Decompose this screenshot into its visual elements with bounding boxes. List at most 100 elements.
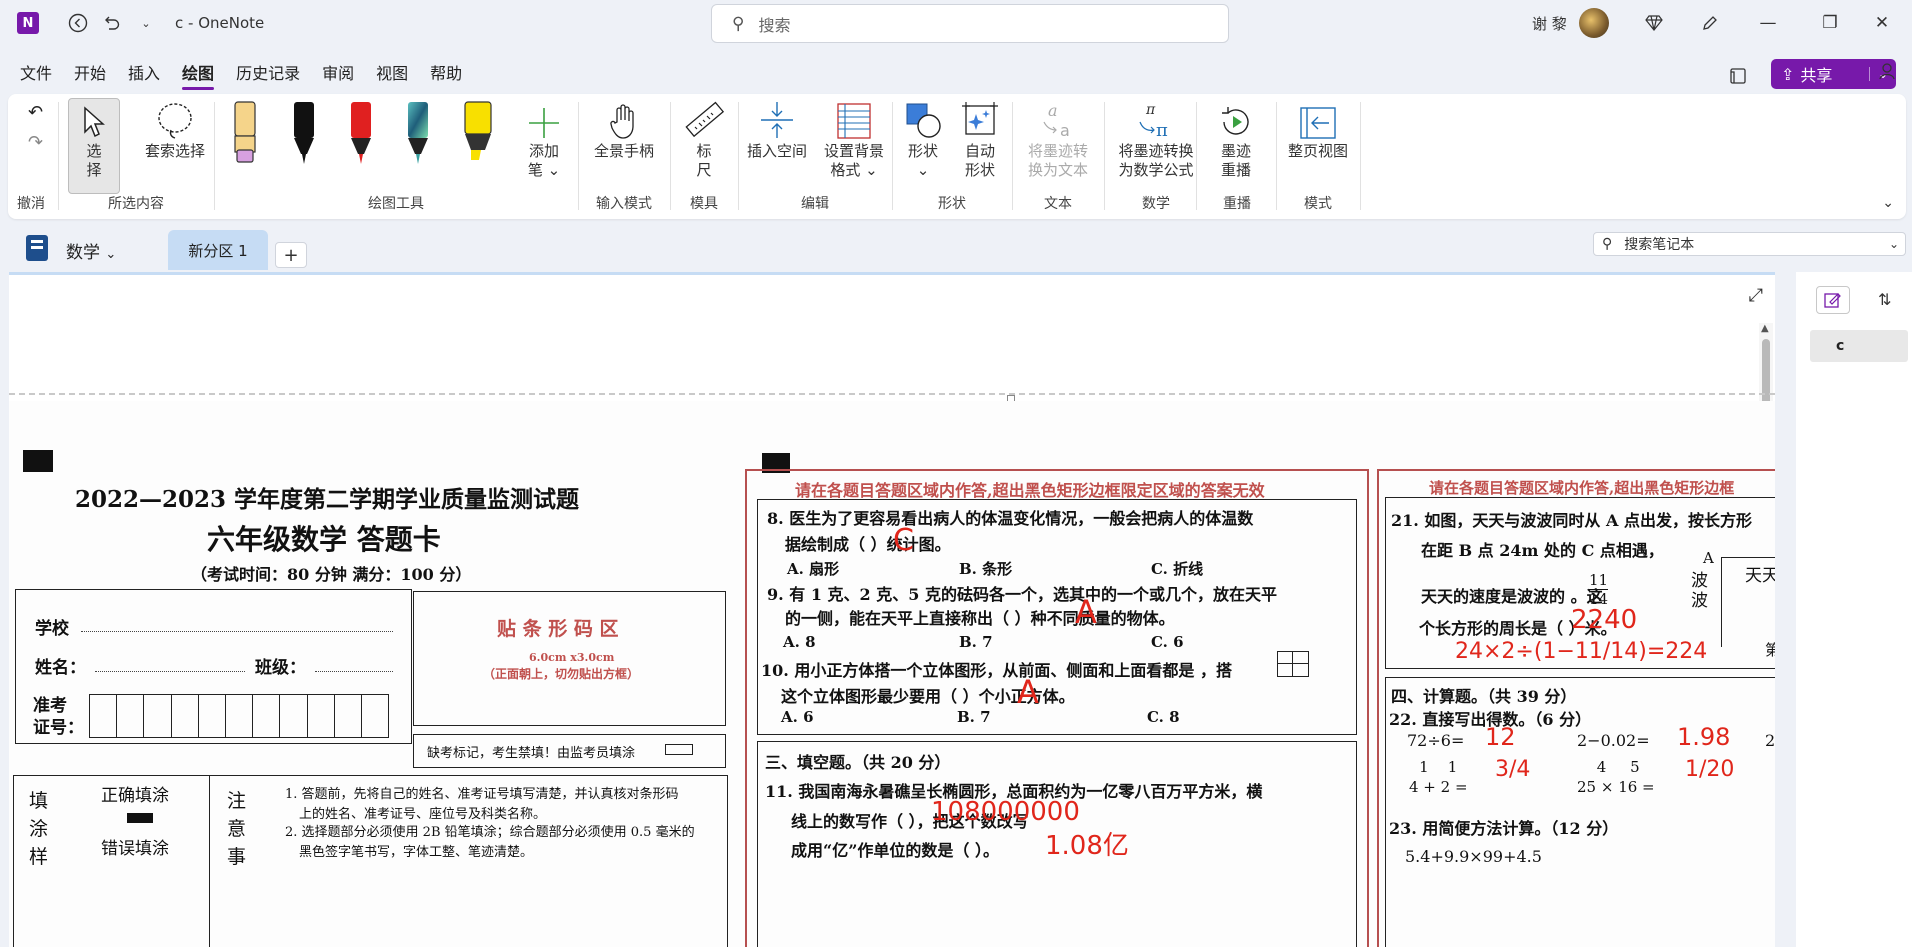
notice-label: 注 意 事 [227,790,247,868]
notebook-name: 数学 [66,243,100,263]
group-label-math: 数学 [1142,196,1170,212]
avatar[interactable] [1579,8,1609,38]
ink-replay-button[interactable]: 墨迹 重播 [1206,100,1266,180]
chevron-down-icon: ⌄ [105,247,117,262]
barcode-note: （正面朝上，切勿贴出方框） [483,667,640,681]
lasso-icon [155,100,195,140]
diamond-icon[interactable] [1638,8,1670,38]
ribbon-group-mode: 整页视图 模式 [1278,94,1358,219]
group-label-selection: 所选内容 [108,196,164,212]
lasso-select-button[interactable]: 套索选择 [140,100,210,161]
section-tab-new[interactable]: 新分区 1 [168,230,268,270]
onenote-logo-icon: N [17,12,39,34]
q9-line1: 9. 有 1 克、2 克、5 克的砝码各一个，选其中的一个或几个，放在天平 [767,585,1277,604]
alignment-marker [23,450,53,472]
back-icon[interactable] [61,6,95,40]
menu-bar: 文件 开始 插入 绘图 历史记录 审阅 视图 帮助 [0,56,473,92]
figure-point-a: A [1703,549,1714,567]
tab-draw[interactable]: 绘图 [171,56,225,92]
name-label: 姓名： [35,658,86,678]
pen-settings-icon[interactable] [1694,8,1726,38]
group-label-draw-tools: 绘图工具 [368,196,424,212]
barcode-size: 6.0cm x3.0cm [529,651,615,664]
calc-2-answer: 1.98 [1677,723,1731,751]
ribbon-group-math: ππ 将墨迹转换 为数学公式 数学 [1106,94,1206,219]
expand-icon[interactable]: ⤢ [1749,285,1763,306]
wrong-fill-label: 错误填涂 [101,839,169,859]
notebook-selector[interactable]: 数学 ⌄ [66,238,116,263]
feedback-icon[interactable] [1878,62,1896,84]
minimize-icon[interactable]: — [1752,8,1784,38]
pen-galaxy-icon[interactable] [403,100,433,170]
sort-pages-icon[interactable]: ⇅ [1878,290,1891,309]
tab-home[interactable]: 开始 [63,56,117,92]
add-section-button[interactable]: + [275,242,307,268]
close-icon[interactable]: ✕ [1866,8,1898,38]
insert-space-button[interactable]: 插入空间 [742,100,812,161]
ink-to-math-button[interactable]: ππ 将墨迹转换 为数学公式 [1108,100,1204,180]
q9-answer: A [1075,593,1097,631]
chevron-down-icon[interactable]: ⌄ [1889,237,1899,251]
tab-history[interactable]: 历史记录 [225,56,311,92]
fraction-11-14: 11 14 [1589,571,1609,608]
tab-review[interactable]: 审阅 [311,56,365,92]
tab-help[interactable]: 帮助 [419,56,473,92]
search-input[interactable]: ⚲ 搜索 [711,4,1229,43]
user-name[interactable]: 谢 黎 [1532,13,1567,34]
pen-black-icon[interactable] [289,100,319,170]
collapse-ribbon-icon[interactable]: ⌄ [1882,195,1894,211]
group-label-replay: 重播 [1223,196,1251,212]
notebook-pane-icon[interactable] [1724,62,1752,90]
undo-icon[interactable] [95,6,129,40]
fraction-product: 4 5 25 × 16 = [1577,758,1655,796]
ruler-label: 标尺 [696,142,712,179]
notebook-search-input[interactable]: ⚲ 搜索笔记本 ⌄ [1593,232,1906,256]
exam-subtitle: 六年级数学 答题卡 [207,523,441,556]
quick-access-dropdown-icon[interactable]: ⌄ [129,6,163,40]
pan-button[interactable]: 全景手柄 [584,100,664,161]
section-3-title: 三、填空题。（共 20 分） [765,753,951,772]
shapes-button[interactable]: 形状 ⌄ [896,100,950,180]
ruler-button[interactable]: 标尺 [680,100,728,180]
full-page-view-button[interactable]: 整页视图 [1278,100,1358,161]
figure-bobo: 波 波 [1691,571,1708,611]
page-canvas[interactable]: ⤢ ▲ 2022—2023 学年度第二学期学业质量监测试题 六年级数学 答题卡 … [9,272,1775,947]
autoshape-button[interactable]: 自动 形状 [952,100,1008,180]
add-pen-button[interactable]: 添加笔 ⌄ [516,100,572,180]
background-format-button[interactable]: 设置背景 格式 ⌄ [818,100,890,180]
fraction-quarter-plus-half: 1 14 + 2 = [1409,758,1468,796]
ribbon-group-input-mode: 全景手柄 输入模式 [580,94,668,219]
notebook-icon[interactable] [26,235,48,261]
scroll-up-icon[interactable]: ▲ [1761,323,1769,334]
q23-expression: 5.4+9.9×99+4.5 [1405,847,1542,866]
fill-example-label: 填 涂 样 [29,790,49,868]
tab-file[interactable]: 文件 [9,56,63,92]
ribbon-undo-icon[interactable]: ↶ [28,102,43,123]
insert-space-icon [759,100,795,140]
ribbon-redo-icon[interactable]: ↷ [28,132,43,153]
section-4-title: 四、计算题。（共 39 分） [1391,687,1577,706]
search-icon: ⚲ [732,13,745,34]
pen-highlighter-yellow-icon[interactable] [230,100,260,170]
pen-red-icon[interactable] [346,100,376,170]
share-icon: ⇪ [1781,64,1795,84]
ink-to-text-button[interactable]: aa 将墨迹转 换为文本 [1018,100,1098,180]
tab-insert[interactable]: 插入 [117,56,171,92]
calc-2: 2−0.02= [1577,731,1650,750]
ink-replay-label: 墨迹 重播 [1220,142,1251,179]
exam-answer-sheet-image[interactable]: 2022—2023 学年度第二学期学业质量监测试题 六年级数学 答题卡 （考试时… [9,401,1775,947]
group-label-undo: 撤消 [17,196,45,212]
group-label-edit: 编辑 [801,196,829,212]
tab-view[interactable]: 视图 [365,56,419,92]
page-list-pane: ⇅ c [1796,272,1912,947]
page-item[interactable]: c [1810,330,1908,362]
calc-3: 2. [1765,731,1775,750]
q8-option-c: C. 折线 [1151,560,1204,578]
svg-text:a: a [1048,101,1058,120]
add-page-button[interactable] [1816,286,1850,314]
calc-1: 72÷6= [1407,731,1465,750]
window-title: c - OneNote [175,14,265,32]
pen-yellow-highlighter-icon[interactable] [461,100,495,170]
q11-line3: 成用“亿”作单位的数是（ ）。 [791,841,999,860]
restore-icon[interactable]: ❐ [1814,8,1846,38]
